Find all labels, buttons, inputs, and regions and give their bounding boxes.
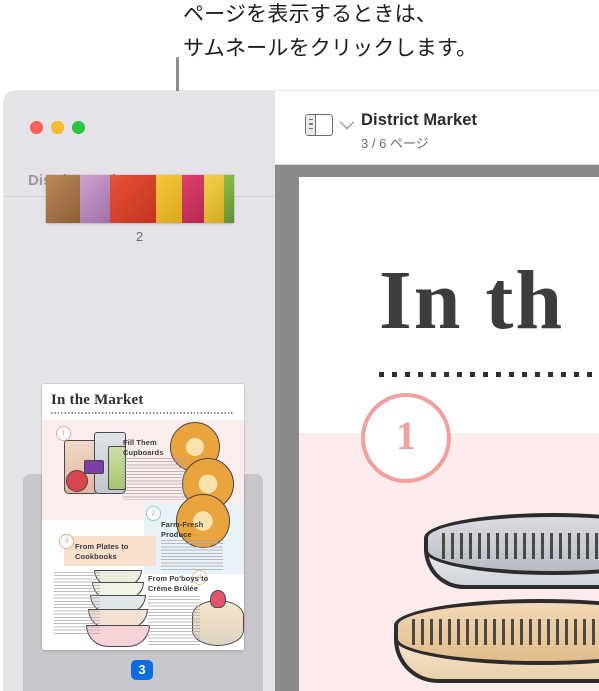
section-number-badge: 1 <box>361 393 451 483</box>
thumb-heading-3: From Plates to Cookbooks <box>75 542 129 561</box>
lid-ridges <box>442 533 599 559</box>
jar-label <box>84 460 104 474</box>
veg-photo-b <box>80 175 110 223</box>
thumbnail-list[interactable]: 2 In the Market 1 2 3 4 Fill Them Cupboa… <box>4 175 275 691</box>
sidebar-icon <box>305 114 333 136</box>
veg-photo-e <box>182 175 204 223</box>
lid-ridges <box>412 619 599 645</box>
sidebar-icon-dot <box>308 127 313 130</box>
zoom-button[interactable] <box>72 121 85 134</box>
page-heading-rule <box>379 372 599 377</box>
thumbnail-number-3: 3 <box>131 660 153 680</box>
thumb-marker-3: 3 <box>59 534 74 549</box>
thumb-title-rule <box>51 412 234 414</box>
thumb-page-title: In the Market <box>51 392 144 408</box>
thumb-heading-1: Fill Them Cupboards <box>123 438 164 457</box>
veg-photo-a <box>46 175 80 223</box>
sidebar-toggle-button[interactable] <box>305 114 355 136</box>
veg-photo-g <box>224 175 234 223</box>
callout-annotation-text: ページを表示するときは、 サムネールをクリックします。 <box>183 3 478 60</box>
thumb-heading-2: Farm-Fresh Produce <box>161 520 204 539</box>
toolbar: District Market 3 / 6 ページ <box>275 91 599 164</box>
page-indicator: 3 / 6 ページ <box>361 136 429 151</box>
jar-lid-illustration <box>394 513 599 691</box>
thumbnail-page-3[interactable]: In the Market 1 2 3 4 Fill Them Cupboard… <box>42 384 244 650</box>
minimize-button[interactable] <box>51 121 64 134</box>
document-title: District Market <box>361 111 478 129</box>
sidebar-icon-dot <box>308 118 313 121</box>
sidebar-icon-dot <box>308 123 313 125</box>
thumb-body-2 <box>161 540 223 572</box>
window-traffic-lights <box>30 121 85 134</box>
veg-photo-c <box>110 175 156 223</box>
thumb-body-4 <box>148 596 200 646</box>
veg-photo-d <box>156 175 182 223</box>
thumb-heading-4: From Po'boys to Crème Brûlée <box>148 574 209 593</box>
thumbnail-sidebar: District Market 2 In the Market <box>4 91 276 691</box>
page-heading: In th <box>379 254 565 347</box>
chevron-down-icon[interactable] <box>339 115 355 130</box>
close-button[interactable] <box>30 121 43 134</box>
veg-photo-f <box>204 175 224 223</box>
app-window: District Market 2 In the Market <box>4 91 599 691</box>
thumbnail-number-2: 2 <box>135 229 144 244</box>
thumbnail-page-2[interactable] <box>46 175 234 223</box>
document-pane: District Market 3 / 6 ページ In th 1 <box>275 91 599 691</box>
thumb-body-3 <box>54 572 100 634</box>
thumb-marker-1: 1 <box>56 426 71 441</box>
document-page[interactable]: In th 1 <box>299 177 599 691</box>
thumb-body-1 <box>123 458 185 500</box>
thumb-marker-2: 2 <box>146 506 161 521</box>
document-canvas[interactable]: In th 1 <box>275 165 599 691</box>
